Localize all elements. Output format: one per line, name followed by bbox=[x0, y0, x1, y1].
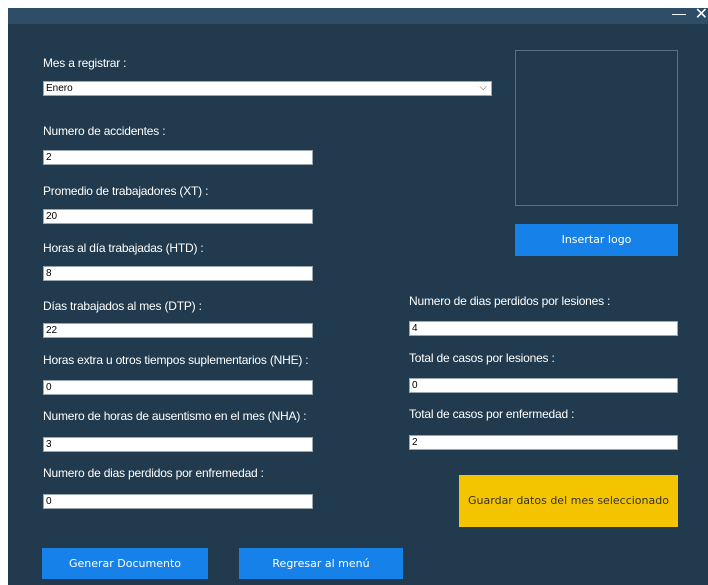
injury-cases-input[interactable]: 0 bbox=[409, 378, 678, 393]
absent-hours-input[interactable]: 3 bbox=[43, 437, 313, 452]
chevron-down-icon: ⌵ bbox=[479, 82, 487, 93]
illness-cases-input[interactable]: 2 bbox=[409, 435, 678, 450]
back-to-menu-button[interactable]: Regresar al menú bbox=[239, 548, 403, 579]
days-month-input[interactable]: 22 bbox=[43, 323, 313, 338]
days-lost-illness-label: Numero de dias perdidos por enfremedad : bbox=[43, 466, 264, 480]
days-lost-injury-input[interactable]: 4 bbox=[409, 321, 678, 336]
avg-workers-input[interactable]: 20 bbox=[43, 209, 313, 224]
injury-cases-label: Total de casos por lesiones : bbox=[409, 351, 555, 365]
days-lost-injury-label: Numero de dias perdidos por lesiones : bbox=[409, 294, 611, 308]
generate-document-button[interactable]: Generar Documento bbox=[42, 548, 208, 579]
form-window: — ✕ Mes a registrar : Enero ⌵ Numero de … bbox=[8, 5, 708, 585]
close-button[interactable]: ✕ bbox=[695, 4, 708, 24]
illness-cases-label: Total de casos por enfermedad : bbox=[409, 407, 575, 421]
avg-workers-label: Promedio de trabajadores (XT) : bbox=[43, 184, 209, 198]
month-select-value: Enero bbox=[46, 83, 73, 94]
absent-hours-label: Numero de horas de ausentismo en el mes … bbox=[43, 409, 307, 423]
month-select[interactable]: Enero ⌵ bbox=[43, 81, 492, 96]
extra-hours-input[interactable]: 0 bbox=[43, 380, 313, 395]
save-month-button[interactable]: Guardar datos del mes seleccionado bbox=[459, 475, 678, 527]
logo-preview bbox=[515, 50, 678, 206]
minimize-button[interactable]: — bbox=[672, 5, 686, 21]
hours-day-input[interactable]: 8 bbox=[43, 266, 313, 281]
accidents-input[interactable]: 2 bbox=[43, 150, 313, 165]
days-month-label: Días trabajados al mes (DTP) : bbox=[43, 299, 202, 313]
extra-hours-label: Horas extra u otros tiempos suplementari… bbox=[43, 353, 309, 367]
title-bar: — ✕ bbox=[8, 5, 708, 24]
insert-logo-button[interactable]: Insertar logo bbox=[515, 224, 678, 256]
accidents-label: Numero de accidentes : bbox=[43, 124, 166, 138]
month-label: Mes a registrar : bbox=[43, 56, 127, 70]
days-lost-illness-input[interactable]: 0 bbox=[43, 494, 313, 509]
hours-day-label: Horas al día trabajadas (HTD) : bbox=[43, 241, 204, 255]
